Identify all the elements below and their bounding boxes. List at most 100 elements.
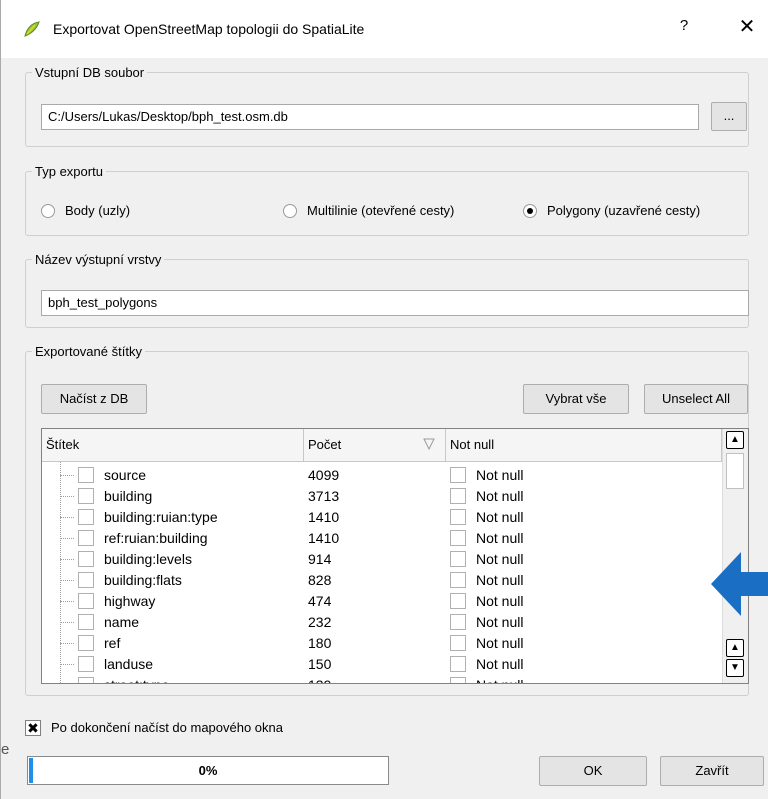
tree-branch	[60, 538, 74, 539]
table-row[interactable]: ref:ruian:building 1410 Not null	[42, 528, 722, 549]
table-row[interactable]: building:levels 914 Not null	[42, 549, 722, 570]
window-title: Exportovat OpenStreetMap topologii do Sp…	[53, 21, 365, 37]
not-null-label: Not null	[476, 676, 523, 683]
export-dialog: Exportovat OpenStreetMap topologii do Sp…	[0, 0, 768, 799]
radio-polygons[interactable]	[523, 204, 537, 218]
not-null-label: Not null	[476, 530, 524, 546]
close-window-button[interactable]: ✕	[737, 14, 757, 40]
radio-points[interactable]	[41, 204, 55, 218]
tag-name: building	[104, 488, 153, 504]
tag-name: ref:ruian:building	[104, 530, 208, 546]
table-row[interactable]: building:ruian:type 1410 Not null	[42, 507, 722, 528]
tag-name: landuse	[104, 656, 154, 672]
scroll-thumb[interactable]	[726, 453, 744, 489]
tag-count: 139	[308, 676, 331, 683]
tag-checkbox[interactable]	[78, 572, 94, 588]
progress-label: 0%	[198, 763, 218, 778]
table-row[interactable]: building:flats 828 Not null	[42, 570, 722, 591]
close-button[interactable]: Zavřít	[660, 756, 764, 786]
scroll-up-arrow-lower-icon[interactable]: ▲	[726, 639, 744, 657]
column-header-tag[interactable]: Štítek	[42, 429, 304, 462]
tag-count: 4099	[308, 467, 340, 483]
ok-button[interactable]: OK	[539, 756, 647, 786]
tag-count: 914	[308, 551, 332, 567]
not-null-label: Not null	[476, 635, 524, 651]
tag-count: 150	[308, 656, 332, 672]
not-null-checkbox[interactable]	[450, 551, 466, 567]
load-to-map-checkbox[interactable]: ✖	[25, 720, 41, 736]
column-header-count[interactable]: Počet	[304, 429, 446, 462]
not-null-label: Not null	[476, 614, 524, 630]
tree-branch	[60, 475, 74, 476]
not-null-label: Not null	[476, 656, 524, 672]
tag-checkbox[interactable]	[78, 593, 94, 609]
tag-count: 1410	[308, 530, 340, 546]
load-from-db-button[interactable]: Načíst z DB	[41, 384, 147, 414]
scroll-up-arrow-icon[interactable]: ▲	[726, 431, 744, 449]
not-null-label: Not null	[476, 467, 524, 483]
not-null-checkbox[interactable]	[450, 677, 466, 683]
radio-multilines[interactable]	[283, 204, 297, 218]
table-row[interactable]: street:type 139 Not null	[42, 675, 722, 683]
tag-checkbox[interactable]	[78, 467, 94, 483]
radio-points-label: Body (uzly)	[65, 203, 131, 218]
tag-checkbox[interactable]	[78, 677, 94, 683]
table-row[interactable]: building 3713 Not null	[42, 486, 722, 507]
tag-checkbox[interactable]	[78, 488, 94, 504]
unselect-all-button[interactable]: Unselect All	[644, 384, 748, 414]
tree-branch	[60, 664, 74, 665]
tag-name: building:levels	[104, 551, 192, 567]
tag-name: ref	[104, 635, 121, 651]
tag-count: 180	[308, 635, 332, 651]
tag-checkbox[interactable]	[78, 635, 94, 651]
tree-branch	[60, 643, 74, 644]
table-row[interactable]: ref 180 Not null	[42, 633, 722, 654]
table-row[interactable]: landuse 150 Not null	[42, 654, 722, 675]
tag-name: source	[104, 467, 147, 483]
input-db-path-field[interactable]: C:/Users/Lukas/Desktop/bph_test.osm.db	[41, 104, 699, 130]
tag-checkbox[interactable]	[78, 530, 94, 546]
exported-tags-legend: Exportované štítky	[35, 344, 142, 359]
not-null-label: Not null	[476, 509, 524, 525]
not-null-checkbox[interactable]	[450, 656, 466, 672]
table-row[interactable]: highway 474 Not null	[42, 591, 722, 612]
not-null-checkbox[interactable]	[450, 530, 466, 546]
export-type-legend: Typ exportu	[35, 164, 103, 179]
not-null-label: Not null	[476, 488, 524, 504]
not-null-checkbox[interactable]	[450, 614, 466, 630]
table-row[interactable]: source 4099 Not null	[42, 465, 722, 486]
tree-branch	[60, 559, 74, 560]
not-null-label: Not null	[476, 572, 524, 588]
tag-checkbox[interactable]	[78, 509, 94, 525]
browse-button[interactable]: ...	[711, 102, 747, 131]
export-progress-bar: 0%	[27, 756, 389, 785]
tree-branch	[60, 517, 74, 518]
tag-checkbox[interactable]	[78, 614, 94, 630]
help-button[interactable]: ?	[676, 17, 692, 39]
not-null-checkbox[interactable]	[450, 467, 466, 483]
blue-arrow-left-icon	[711, 552, 768, 616]
output-layer-legend: Název výstupní vrstvy	[35, 252, 162, 267]
tag-checkbox[interactable]	[78, 551, 94, 567]
column-header-not-null[interactable]: Not null	[446, 429, 722, 462]
tag-checkbox[interactable]	[78, 656, 94, 672]
output-layer-name-input[interactable]: bph_test_polygons	[41, 290, 749, 316]
radio-multilines-label: Multilinie (otevřené cesty)	[307, 203, 455, 218]
select-all-button[interactable]: Vybrat vše	[523, 384, 629, 414]
table-row[interactable]: name 232 Not null	[42, 612, 722, 633]
not-null-checkbox[interactable]	[450, 593, 466, 609]
tag-name: street:type	[104, 676, 169, 683]
not-null-checkbox[interactable]	[450, 509, 466, 525]
scroll-down-arrow-icon[interactable]: ▼	[726, 659, 744, 677]
input-db-legend: Vstupní DB soubor	[35, 65, 145, 80]
tags-table[interactable]: Štítek Počet Not null source 4099 Not null…	[41, 428, 749, 684]
not-null-label: Not null	[476, 593, 524, 609]
radio-polygons-label: Polygony (uzavřené cesty)	[547, 203, 701, 218]
export-type-group: Typ exportu	[25, 164, 749, 236]
not-null-checkbox[interactable]	[450, 488, 466, 504]
not-null-checkbox[interactable]	[450, 635, 466, 651]
tag-count: 828	[308, 572, 332, 588]
tag-name: building:ruian:type	[104, 509, 218, 525]
not-null-checkbox[interactable]	[450, 572, 466, 588]
tree-branch	[60, 622, 74, 623]
